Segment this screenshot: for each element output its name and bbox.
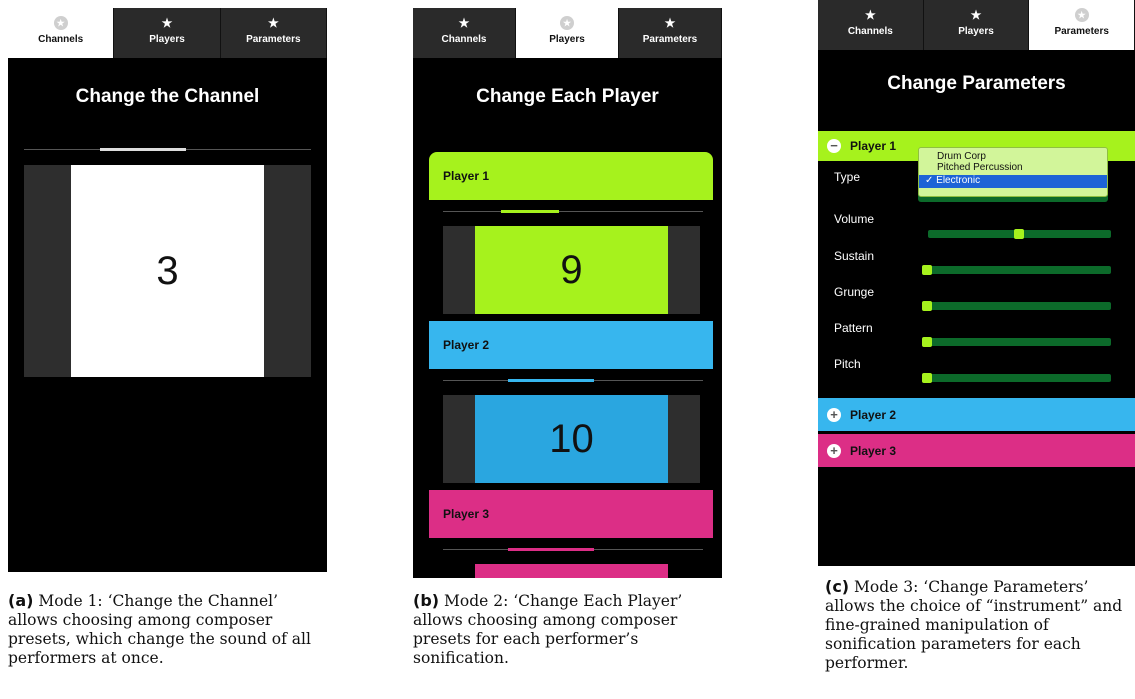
screen-parameters: ★ Channels ★ Players ★ Parameters Change…: [818, 0, 1135, 566]
tab-parameters[interactable]: ★ Parameters: [619, 8, 722, 58]
carousel-right-peek[interactable]: [264, 165, 311, 377]
caption-a: (a) Mode 1: ‘Change the Channel’ allows …: [8, 591, 311, 667]
player-3-accordion-header[interactable]: + Player 3: [818, 434, 1135, 467]
star-icon: ★: [458, 16, 470, 30]
tab-bar: ★ Channels ★ Players ★ Parameters: [8, 8, 327, 58]
sustain-slider[interactable]: [922, 266, 1111, 274]
channel-value: 3: [156, 248, 179, 293]
screen-players: ★ Channels ★ Players ★ Parameters Change…: [413, 8, 722, 578]
type-option-drum-corp[interactable]: Drum Corp: [919, 148, 1107, 162]
star-icon: ★: [267, 16, 279, 30]
pattern-slider-knob[interactable]: [922, 337, 932, 347]
pattern-slider[interactable]: [922, 338, 1111, 346]
star-icon: ★: [161, 16, 173, 30]
player-3-bar[interactable]: Player 3: [429, 490, 713, 538]
tab-parameters[interactable]: ★ Parameters: [220, 8, 327, 58]
tab-players[interactable]: ★ Players: [516, 8, 619, 58]
carousel-left-peek[interactable]: [443, 395, 475, 483]
star-icon: ★: [664, 16, 676, 30]
volume-slider-knob[interactable]: [1014, 229, 1024, 239]
caption-c: (c) Mode 3: ‘Change Parameters’ allows t…: [825, 577, 1123, 672]
scroll-indicator-thumb: [501, 210, 559, 213]
carousel-left-peek[interactable]: [24, 165, 71, 377]
player-2-bar[interactable]: Player 2: [429, 321, 713, 369]
type-option-pitched-percussion[interactable]: Pitched Percussion: [919, 162, 1107, 174]
param-label-pitch: Pitch: [834, 357, 861, 371]
type-option-electronic[interactable]: ✓ Electronic: [919, 175, 1107, 188]
star-icon: ★: [560, 16, 574, 30]
star-icon: ★: [864, 8, 876, 22]
player-1-preset[interactable]: 9: [475, 226, 668, 314]
page-title: Change Parameters: [887, 73, 1066, 94]
param-label-volume: Volume: [834, 212, 875, 226]
plus-icon: +: [827, 407, 841, 422]
page-title: Change Each Player: [476, 86, 659, 107]
carousel-right-peek[interactable]: [668, 226, 700, 314]
param-label-grunge: Grunge: [834, 285, 875, 299]
tab-players[interactable]: ★ Players: [114, 8, 221, 58]
pitch-slider-knob[interactable]: [922, 373, 932, 383]
channel-selector[interactable]: 3: [71, 165, 264, 377]
scroll-indicator-thumb: [100, 148, 186, 151]
tab-bar: ★ Channels ★ Players ★ Parameters: [413, 8, 722, 58]
minus-icon: −: [827, 139, 841, 153]
player-2-accordion-header[interactable]: + Player 2: [818, 398, 1135, 431]
caption-b: (b) Mode 2: ‘Change Each Player’ allows …: [413, 591, 683, 667]
tab-bar: ★ Channels ★ Players ★ Parameters: [818, 0, 1135, 50]
param-label-sustain: Sustain: [834, 249, 875, 263]
player-1-bar[interactable]: Player 1: [429, 152, 713, 200]
player-3-preset[interactable]: [475, 564, 668, 578]
star-icon: ★: [970, 8, 982, 22]
type-dropdown-menu: Drum Corp Pitched Percussion ✓ Electroni…: [918, 147, 1108, 197]
tab-channels[interactable]: ★ Channels: [8, 8, 115, 58]
param-label-pattern: Pattern: [834, 321, 873, 335]
page-title: Change the Channel: [75, 86, 260, 107]
plus-icon: +: [827, 443, 841, 458]
tab-players[interactable]: ★ Players: [923, 0, 1030, 50]
scroll-indicator: [443, 211, 703, 212]
screen-channels: ★ Channels ★ Players ★ Parameters Change…: [8, 8, 327, 572]
carousel-right-peek[interactable]: [668, 395, 700, 483]
sustain-slider-knob[interactable]: [922, 265, 932, 275]
param-label-type: Type: [834, 170, 861, 184]
grunge-slider[interactable]: [922, 302, 1111, 310]
pitch-slider[interactable]: [922, 374, 1111, 382]
scroll-indicator-thumb: [508, 548, 594, 551]
scroll-indicator-thumb: [508, 379, 594, 382]
grunge-slider-knob[interactable]: [922, 301, 932, 311]
tab-channels[interactable]: ★ Channels: [413, 8, 516, 58]
star-icon: ★: [53, 16, 68, 30]
tab-parameters[interactable]: ★ Parameters: [1029, 0, 1135, 50]
tab-channels[interactable]: ★ Channels: [818, 0, 924, 50]
star-icon: ★: [1074, 8, 1089, 22]
carousel-left-peek[interactable]: [443, 226, 475, 314]
player-2-preset[interactable]: 10: [475, 395, 668, 483]
